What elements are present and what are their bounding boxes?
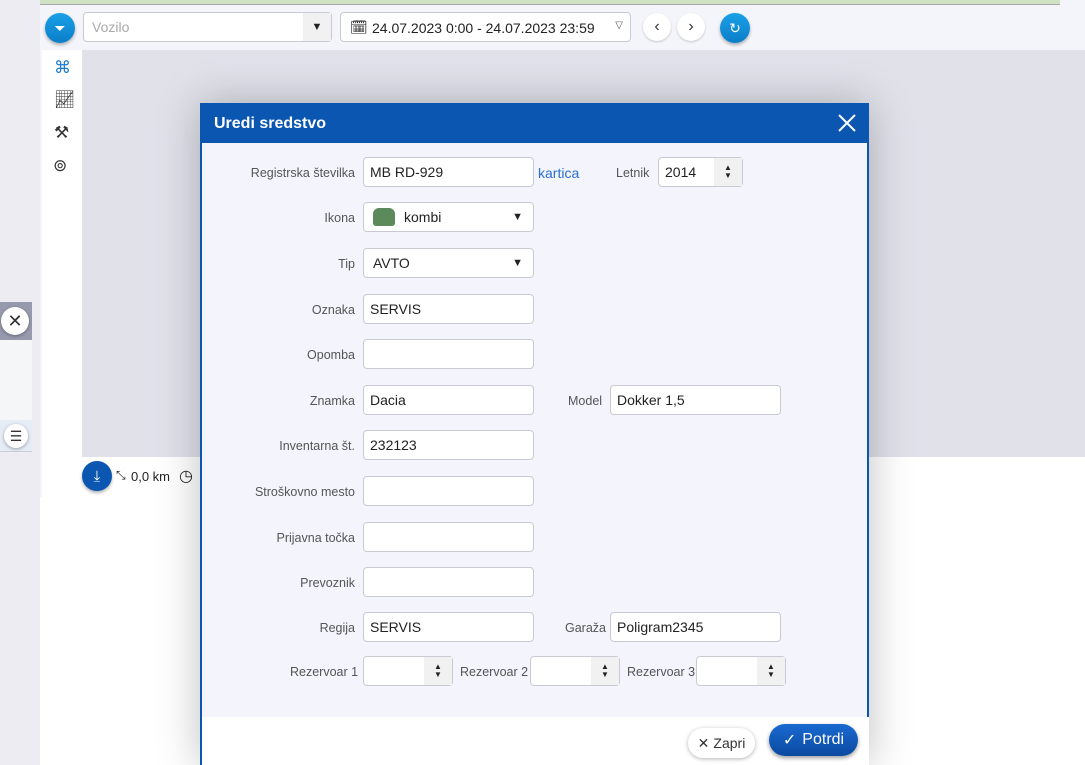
inventory-input[interactable]: 232123 [363, 430, 534, 460]
label-prevoznik: Prevoznik [300, 576, 355, 590]
label-garaza: Garaža [565, 621, 606, 635]
menu-button[interactable]: ☰ [4, 424, 28, 448]
confirm-button[interactable]: ✓ Potrdi [769, 724, 858, 756]
sidebar-item-tools[interactable]: ⚒ [54, 123, 69, 143]
sidebar-item-chart[interactable]: 📈︎ [54, 90, 76, 110]
download-icon: ⤓ [93, 467, 101, 485]
filter-button[interactable]: ⏷ [45, 13, 75, 43]
spinner-icon[interactable]: ▲ ▼ [591, 657, 619, 685]
label-oznaka: Oznaka [311, 303, 355, 317]
label-model: Model [568, 394, 603, 408]
previous-day-button[interactable]: ‹ [643, 13, 671, 41]
sidebar: ⌘ 📈︎ ⚒ ⊚ [42, 50, 82, 497]
left-panel [0, 340, 32, 420]
distance-value: 0,0 km [131, 469, 171, 484]
label-stroskovno: Stroškovno mesto [254, 485, 355, 499]
icon-select[interactable]: kombi ▼ [363, 202, 534, 232]
menu-icon: ☰ [9, 427, 23, 444]
map[interactable] [40, 0, 1060, 5]
distance-icon: ⤡ [116, 468, 126, 482]
toolbar: ⏷ Vozilo ▼ 🗓 24.07.2023 0:00 - 24.07.202… [40, 6, 1085, 50]
year-stepper[interactable]: 2014 ▲ ▼ [658, 157, 743, 187]
icon-value: kombi [404, 209, 442, 225]
close-icon[interactable] [836, 112, 858, 134]
filter-icon: ⏷ [54, 19, 66, 36]
chevron-down-icon: ▽ [615, 20, 623, 31]
spinner-icon[interactable]: ▲ ▼ [714, 158, 742, 186]
vehicle-placeholder: Vozilo [92, 19, 130, 35]
model-input[interactable]: Dokker 1,5 [610, 385, 781, 415]
sidebar-item-help[interactable]: ⊚ [53, 156, 67, 176]
date-range-value: 24.07.2023 0:00 - 24.07.2023 23:59 [372, 20, 595, 36]
chevron-right-icon: › [688, 18, 694, 35]
tank3-stepper[interactable]: ▲ ▼ [696, 656, 786, 686]
label-inventarna: Inventarna št. [279, 439, 355, 453]
edit-asset-dialog: Uredi sredstvo Registrska številka MB RD… [200, 103, 869, 765]
chevron-down-icon: ▼ [512, 211, 523, 223]
cost-center-input[interactable] [363, 476, 534, 506]
close-icon: ✕ [697, 734, 710, 751]
clock-icon: ◷ [179, 468, 193, 485]
oznaka-input[interactable]: SERVIS [363, 294, 534, 324]
van-icon [373, 208, 395, 226]
registration-input[interactable]: MB RD-929 [363, 157, 534, 187]
kartica-link[interactable]: kartica [538, 165, 579, 181]
close-icon: ✕ [7, 310, 23, 331]
dialog-footer: ✕ Zapri ✓ Potrdi [202, 717, 869, 765]
close-panel-button[interactable]: ✕ [1, 307, 29, 335]
refresh-button[interactable]: ↻ [720, 13, 750, 43]
check-icon: ✓ [782, 732, 797, 749]
lifebuoy-icon: ⊚ [53, 156, 68, 175]
close-button[interactable]: ✕ Zapri [688, 728, 755, 758]
dialog-header: Uredi sredstvo [202, 103, 869, 143]
date-range-picker[interactable]: 🗓 24.07.2023 0:00 - 24.07.2023 23:59 ▽ [340, 12, 631, 42]
garage-input[interactable]: Poligram2345 [610, 612, 781, 642]
close-label: Zapri [713, 735, 746, 751]
next-day-button[interactable]: › [677, 13, 705, 41]
tank2-stepper[interactable]: ▲ ▼ [530, 656, 620, 686]
spinner-icon[interactable]: ▲ ▼ [424, 657, 452, 685]
type-select[interactable]: AVTO ▼ [363, 248, 534, 278]
sidebar-item-network[interactable]: ⌘ [54, 58, 71, 78]
label-letnik: Letnik [616, 166, 650, 180]
confirm-label: Potrdi [802, 731, 845, 748]
type-value: AVTO [373, 255, 410, 271]
chevron-left-icon: ‹ [654, 18, 660, 35]
brand-input[interactable]: Dacia [363, 385, 534, 415]
label-rez3: Rezervoar 3 [627, 665, 696, 679]
label-rez1: Rezervoar 1 [290, 665, 359, 679]
year-value: 2014 [665, 164, 697, 180]
download-button[interactable]: ⤓ [82, 461, 112, 491]
chevron-down-icon: ▼ [303, 13, 331, 41]
network-icon: ⌘ [54, 58, 71, 77]
chart-icon: 📈︎ [54, 90, 76, 109]
refresh-icon: ↻ [729, 19, 741, 36]
label-ikona: Ikona [324, 211, 355, 225]
label-prijavna: Prijavna točka [276, 531, 355, 545]
carrier-input[interactable] [363, 567, 534, 597]
tank1-stepper[interactable]: ▲ ▼ [363, 656, 453, 686]
opomba-input[interactable] [363, 339, 534, 369]
login-point-input[interactable] [363, 522, 534, 552]
label-tip: Tip [338, 257, 355, 271]
label-regija: Regija [319, 621, 355, 635]
dialog-title: Uredi sredstvo [214, 115, 327, 132]
chevron-down-icon: ▼ [512, 257, 523, 269]
label-opomba: Opomba [307, 348, 355, 362]
calendar-icon: 🗓 [350, 19, 368, 35]
label-registrska: Registrska številka [250, 166, 355, 180]
vehicle-select[interactable]: Vozilo ▼ [83, 12, 332, 42]
spinner-icon[interactable]: ▲ ▼ [757, 657, 785, 685]
tools-icon: ⚒ [54, 123, 70, 142]
label-rez2: Rezervoar 2 [460, 665, 529, 679]
region-input[interactable]: SERVIS [363, 612, 534, 642]
label-znamka: Znamka [309, 394, 355, 408]
